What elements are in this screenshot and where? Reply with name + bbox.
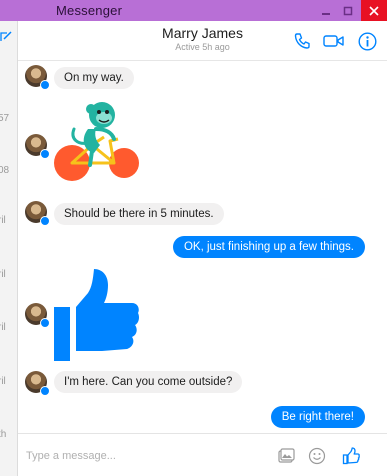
compose-icon[interactable] xyxy=(0,29,13,43)
thumbs-up-icon xyxy=(342,447,360,465)
maximize-button[interactable] xyxy=(337,0,359,21)
message-incoming[interactable]: I'm here. Can you come outside? xyxy=(54,371,243,393)
avatar[interactable] xyxy=(25,303,50,328)
avatar[interactable] xyxy=(25,65,50,90)
message-outgoing[interactable]: Be right there! xyxy=(270,406,365,428)
minimize-icon xyxy=(322,12,330,15)
messenger-badge-icon xyxy=(40,216,50,226)
sidebar-fragment: th xyxy=(0,429,7,440)
sticker-monkey-bicycle[interactable] xyxy=(52,99,142,189)
add-image-button[interactable] xyxy=(276,446,296,466)
info-icon xyxy=(357,31,377,51)
sidebar-fragment: 57 xyxy=(0,113,10,124)
sidebar-fragment: ril xyxy=(0,269,6,280)
image-icon xyxy=(278,448,295,463)
avatar[interactable] xyxy=(25,134,50,159)
avatar[interactable] xyxy=(25,371,50,396)
close-button[interactable] xyxy=(361,0,387,21)
message-thread[interactable]: On my way. Should be there in 5 minutes.… xyxy=(18,61,387,433)
video-camera-icon xyxy=(323,35,344,47)
message-outgoing[interactable]: OK, just finishing up a few things. xyxy=(172,236,365,258)
title-bar: Messenger xyxy=(0,0,387,21)
video-call-button[interactable] xyxy=(323,31,345,51)
send-like-button[interactable] xyxy=(341,446,361,466)
sidebar-fragment: ril xyxy=(0,322,6,333)
sticker-thumbs-up-icon[interactable] xyxy=(52,267,142,361)
conversation-header: Marry James Active 5h ago xyxy=(18,21,387,61)
messenger-badge-icon xyxy=(40,386,50,396)
window-title: Messenger xyxy=(56,3,123,18)
message-input[interactable] xyxy=(26,446,266,466)
minimize-button[interactable] xyxy=(315,0,337,21)
sidebar-fragment: ril xyxy=(0,215,6,226)
conversation-list[interactable]: 57 08 ril ril ril ril th xyxy=(0,21,18,476)
sidebar-fragment: 08 xyxy=(0,165,10,176)
messenger-badge-icon xyxy=(40,80,50,90)
info-button[interactable] xyxy=(357,31,377,51)
avatar[interactable] xyxy=(25,201,50,226)
message-incoming[interactable]: On my way. xyxy=(54,67,134,89)
messenger-badge-icon xyxy=(40,318,50,328)
sidebar-fragment: ril xyxy=(0,376,6,387)
phone-icon xyxy=(294,33,310,49)
emoji-button[interactable] xyxy=(307,446,327,466)
emoji-icon xyxy=(308,447,326,465)
messenger-badge-icon xyxy=(40,149,50,159)
call-button[interactable] xyxy=(292,31,312,51)
message-composer xyxy=(18,433,387,476)
close-icon xyxy=(369,5,379,16)
message-incoming[interactable]: Should be there in 5 minutes. xyxy=(54,203,224,225)
maximize-icon xyxy=(343,6,353,15)
